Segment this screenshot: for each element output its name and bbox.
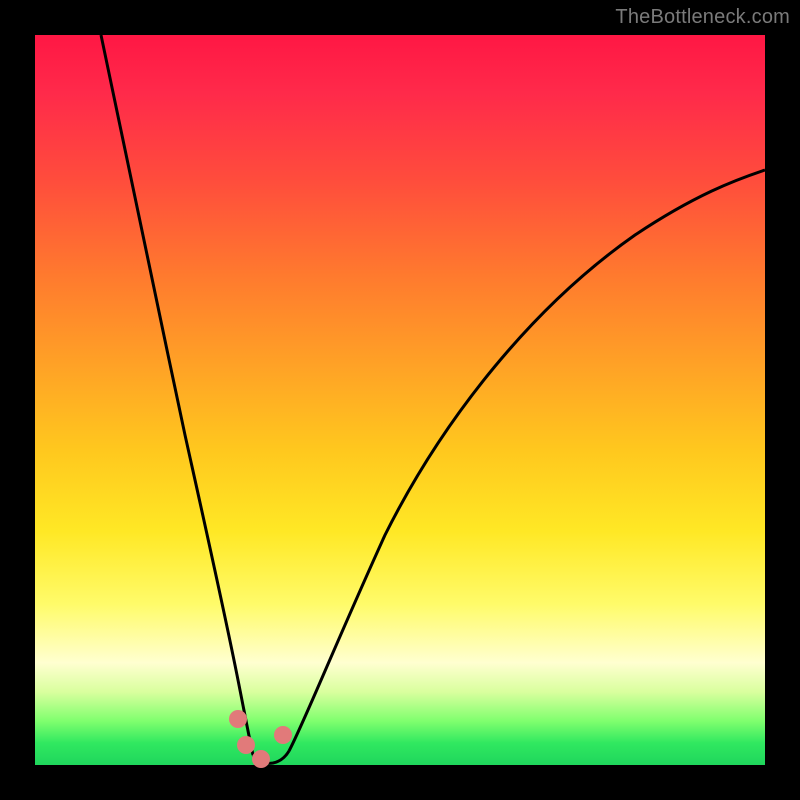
bottleneck-curve xyxy=(35,35,765,765)
curve-right-path xyxy=(289,170,765,751)
marker-left-knee-upper xyxy=(229,710,247,728)
watermark-text: TheBottleneck.com xyxy=(615,6,790,29)
plot-area xyxy=(35,35,765,765)
chart-frame: TheBottleneck.com xyxy=(0,0,800,800)
marker-floor-mid xyxy=(252,750,270,768)
marker-left-knee-lower xyxy=(237,736,255,754)
marker-right-knee xyxy=(274,726,292,744)
curve-left-path xyxy=(101,35,253,755)
